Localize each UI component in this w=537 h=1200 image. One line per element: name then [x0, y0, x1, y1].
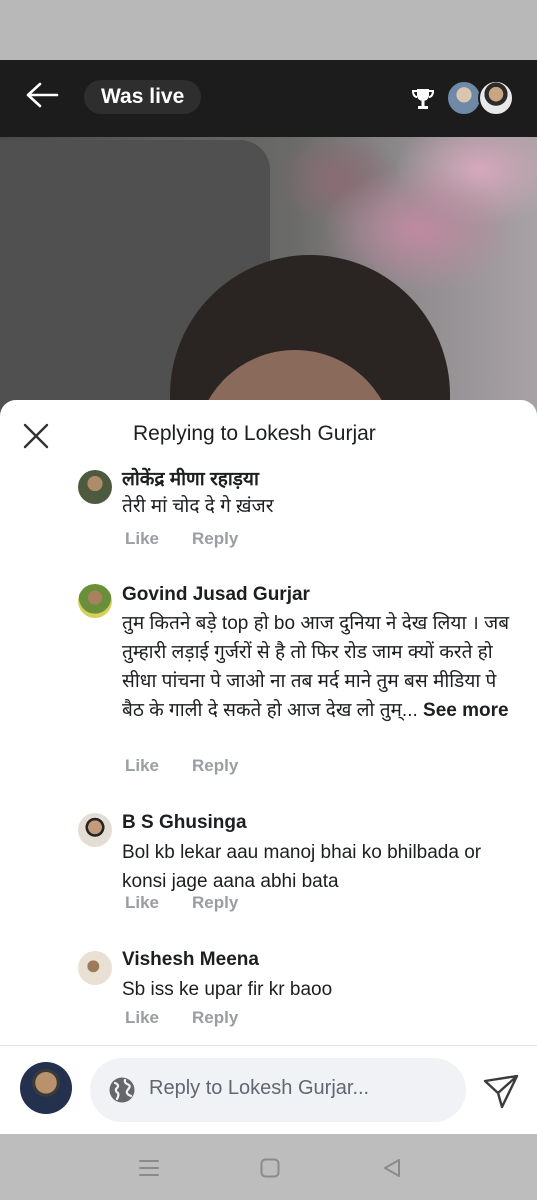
comment-actions: Like Reply — [125, 529, 271, 549]
trophy-icon[interactable] — [412, 87, 434, 111]
like-button[interactable]: Like — [125, 756, 159, 776]
sheet-title: Replying to Lokesh Gurjar — [133, 422, 376, 445]
see-more-link[interactable]: See more — [423, 700, 509, 721]
reply-button[interactable]: Reply — [192, 893, 238, 913]
viewer-avatar — [478, 80, 514, 116]
reply-composer: Reply to Lokesh Gurjar... — [0, 1045, 537, 1134]
was-live-badge: Was live — [84, 80, 202, 114]
home-icon[interactable] — [258, 1156, 282, 1180]
viewer-avatars[interactable] — [446, 80, 516, 116]
reply-placeholder: Reply to Lokesh Gurjar... — [149, 1077, 370, 1099]
comment-author[interactable]: B S Ghusinga — [122, 812, 247, 834]
nav-back-icon[interactable] — [380, 1156, 404, 1180]
viewer-avatar — [446, 80, 482, 116]
comment-author[interactable]: Govind Jusad Gurjar — [122, 584, 310, 606]
commenter-avatar[interactable] — [78, 813, 112, 847]
my-avatar — [20, 1062, 72, 1114]
commenter-avatar[interactable] — [78, 470, 112, 504]
system-nav-bar — [0, 1134, 537, 1200]
comment-text: Sb iss ke upar fir kr baoo — [122, 979, 333, 1000]
like-button[interactable]: Like — [125, 893, 159, 913]
reply-input[interactable]: Reply to Lokesh Gurjar... — [90, 1058, 466, 1122]
reply-button[interactable]: Reply — [192, 1008, 238, 1028]
comment-actions: Like Reply — [125, 756, 271, 776]
back-button[interactable] — [22, 78, 62, 112]
comment-text: तेरी मां चोद दे गे ख़ंजर — [122, 496, 274, 517]
comment-author[interactable]: लोकेंद्र मीणा रहाड़या — [122, 466, 259, 491]
comment-author[interactable]: Vishesh Meena — [122, 949, 259, 971]
comment-text: तुम कितने बड़े top हो bo आज दुनिया ने दे… — [122, 609, 522, 725]
close-icon[interactable] — [20, 420, 52, 452]
like-button[interactable]: Like — [125, 529, 159, 549]
comment-actions: Like Reply — [125, 893, 271, 913]
like-button[interactable]: Like — [125, 1008, 159, 1028]
comments-sheet: Replying to Lokesh Gurjar लोकेंद्र मीणा … — [0, 400, 537, 1134]
reply-button[interactable]: Reply — [192, 756, 238, 776]
sheet-header: Replying to Lokesh Gurjar — [0, 400, 537, 466]
send-icon[interactable] — [482, 1073, 520, 1111]
globe-icon — [109, 1077, 135, 1103]
reply-button[interactable]: Reply — [192, 529, 238, 549]
comment-actions: Like Reply — [125, 1008, 271, 1028]
comment-list[interactable]: लोकेंद्र मीणा रहाड़या तेरी मां चोद दे गे… — [0, 466, 537, 1044]
commenter-avatar[interactable] — [78, 584, 112, 618]
commenter-avatar[interactable] — [78, 951, 112, 985]
live-topbar: Was live — [0, 60, 537, 137]
menu-icon[interactable] — [137, 1156, 161, 1180]
comment-text: Bol kb lekar aau manoj bhai ko bhilbada … — [122, 842, 482, 892]
status-bar — [0, 0, 537, 60]
arrow-left-icon — [26, 82, 59, 108]
